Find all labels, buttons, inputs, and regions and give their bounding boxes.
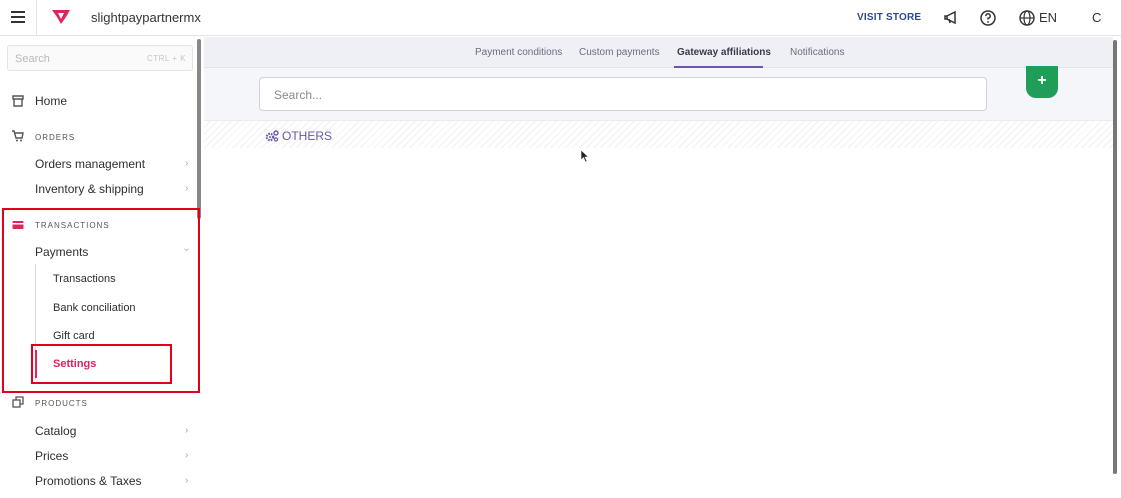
tab-notifications[interactable]: Notifications xyxy=(790,47,844,58)
others-group-header xyxy=(204,120,1113,148)
chevron-right-icon: › xyxy=(185,158,189,169)
others-label[interactable]: OTHERS xyxy=(282,129,332,143)
sidebar-item-home[interactable]: Home xyxy=(35,94,67,108)
section-products: PRODUCTS xyxy=(35,399,88,408)
sidebar-item-catalog[interactable]: Catalog xyxy=(35,424,76,438)
chevron-right-icon: › xyxy=(185,183,189,194)
search-placeholder: Search... xyxy=(274,88,323,102)
menu-icon[interactable] xyxy=(11,11,25,23)
affiliations-search-input[interactable]: Search... xyxy=(259,77,987,111)
products-icon xyxy=(12,396,24,408)
mouse-cursor-icon xyxy=(580,149,590,163)
search-placeholder: Search xyxy=(15,53,50,65)
sidebar-item-prices[interactable]: Prices xyxy=(35,449,68,463)
plus-icon: + xyxy=(1037,72,1047,89)
divider xyxy=(36,0,37,36)
sidebar: Search CTRL + K Home ORDERS Orders manag… xyxy=(0,37,204,498)
sidebar-scrollbar[interactable] xyxy=(197,39,201,219)
main-scrollbar[interactable] xyxy=(1113,40,1117,474)
cart-icon xyxy=(12,130,24,142)
megaphone-icon[interactable] xyxy=(943,9,961,27)
tab-gateway-affiliations[interactable]: Gateway affiliations xyxy=(677,47,771,58)
tabs-bar: Payment conditions Custom payments Gatew… xyxy=(204,37,1113,68)
add-affiliation-button[interactable]: + xyxy=(1026,66,1058,98)
vtex-logo-icon xyxy=(52,10,70,24)
user-avatar[interactable]: C xyxy=(1092,10,1101,25)
main-content: Payment conditions Custom payments Gatew… xyxy=(204,37,1121,498)
top-bar: slightpaypartnermx VISIT STORE EN C xyxy=(0,0,1121,36)
visit-store-link[interactable]: VISIT STORE xyxy=(857,12,921,23)
tab-custom-payments[interactable]: Custom payments xyxy=(579,47,660,58)
tab-payment-conditions[interactable]: Payment conditions xyxy=(475,47,562,58)
store-name[interactable]: slightpaypartnermx xyxy=(91,10,201,25)
sidebar-item-inventory-shipping[interactable]: Inventory & shipping xyxy=(35,182,144,196)
sidebar-item-orders-management[interactable]: Orders management xyxy=(35,157,145,171)
language-selector[interactable]: EN xyxy=(1039,10,1057,25)
search-shortcut: CTRL + K xyxy=(146,54,186,63)
section-orders: ORDERS xyxy=(35,133,76,142)
chevron-right-icon: › xyxy=(185,450,189,461)
chevron-right-icon: › xyxy=(185,475,189,486)
gears-icon xyxy=(265,130,279,142)
help-icon[interactable] xyxy=(979,9,997,27)
sidebar-search-input[interactable]: Search CTRL + K xyxy=(7,45,193,71)
chevron-right-icon: › xyxy=(185,425,189,436)
globe-icon[interactable] xyxy=(1018,9,1036,27)
sidebar-item-promotions-taxes[interactable]: Promotions & Taxes xyxy=(35,474,142,488)
annotation-highlight-settings xyxy=(31,344,172,384)
store-icon xyxy=(12,95,24,107)
